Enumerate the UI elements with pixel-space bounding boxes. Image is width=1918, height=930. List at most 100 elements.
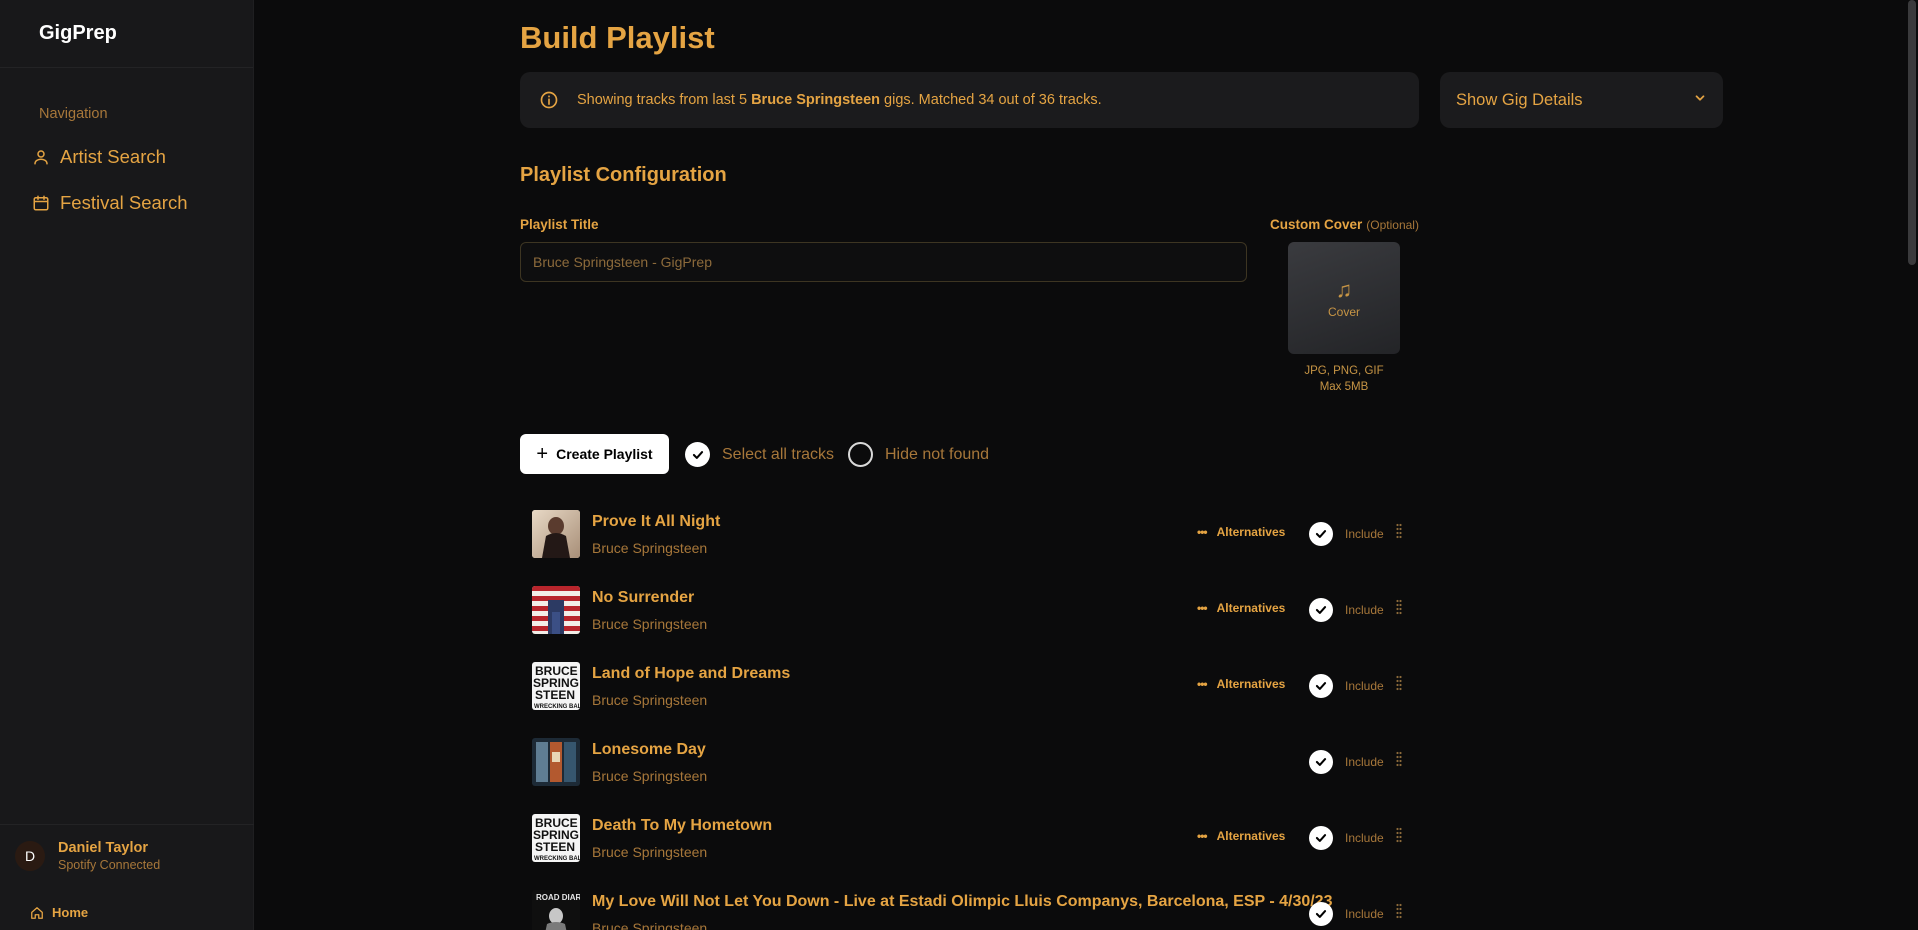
sidebar: GigPrep Navigation Artist Search Festiva… [0,0,254,930]
home-label: Home [52,905,89,920]
album-art: BRUCE SPRING STEEN WRECKING BALL [532,814,580,862]
scrollbar[interactable] [1906,0,1918,930]
track-artist: Bruce Springsteen [592,692,708,708]
check-icon [1309,522,1333,546]
scrollbar-thumb[interactable] [1908,0,1916,265]
section-title: Playlist Configuration [520,164,727,186]
check-icon [1309,674,1333,698]
check-icon [1309,902,1333,926]
album-art [532,586,580,634]
track-row[interactable]: Lonesome Day Bruce Springsteen Include [520,733,1420,809]
drag-handle-icon[interactable] [1396,903,1402,924]
user-profile[interactable]: D Daniel Taylor Spotify Connected [0,824,254,886]
sidebar-item-label: Festival Search [60,192,188,213]
track-title[interactable]: Death To My Hometown [592,817,772,835]
check-icon [685,442,710,467]
alternatives-button[interactable]: ••• Alternatives [1197,829,1285,843]
custom-cover-label: Custom Cover (Optional) [1270,217,1419,232]
calendar-icon [32,194,50,212]
alternatives-button[interactable]: ••• Alternatives [1197,525,1285,539]
track-title[interactable]: Prove It All Night [592,513,720,531]
sidebar-item-artist-search[interactable]: Artist Search [0,134,253,180]
alternatives-button[interactable]: ••• Alternatives [1197,601,1285,615]
alternatives-button[interactable]: ••• Alternatives [1197,677,1285,691]
nav-heading: Navigation [39,106,108,122]
track-row[interactable]: No Surrender Bruce Springsteen ••• Alternat… [520,581,1420,657]
drag-handle-icon[interactable] [1396,751,1402,772]
include-label: Include [1345,907,1384,921]
svg-text:ROAD DIARY: ROAD DIARY [536,893,580,902]
track-row[interactable]: Prove It All Night Bruce Springsteen ••• Al… [520,505,1420,581]
more-icon: ••• [1197,601,1208,615]
track-artist: Bruce Springsteen [592,768,708,784]
svg-text:STEEN: STEEN [535,840,575,854]
track-title[interactable]: No Surrender [592,589,694,607]
info-icon [539,90,559,110]
banner-text: Showing tracks from last 5 Bruce Springs… [577,92,1102,108]
drag-handle-icon[interactable] [1396,675,1402,696]
include-toggle[interactable]: Include [1309,902,1384,926]
optional-label: (Optional) [1366,218,1419,232]
select-all-toggle[interactable]: Select all tracks [685,442,834,467]
empty-circle-icon [848,442,873,467]
drag-handle-icon[interactable] [1396,599,1402,620]
include-label: Include [1345,603,1384,617]
include-label: Include [1345,527,1384,541]
check-icon [1309,750,1333,774]
check-icon [1309,598,1333,622]
sidebar-item-label: Artist Search [60,146,166,167]
hide-not-found-label: Hide not found [885,445,990,463]
track-title[interactable]: Lonesome Day [592,741,706,759]
svg-text:STEEN: STEEN [535,688,575,702]
home-icon [30,906,44,920]
playlist-title-input[interactable] [520,242,1247,282]
drag-handle-icon[interactable] [1396,827,1402,848]
banner-artist: Bruce Springsteen [751,92,880,108]
track-row[interactable]: ROAD DIARY My Love Will Not Let You Down … [520,885,1420,930]
include-label: Include [1345,831,1384,845]
include-toggle[interactable]: Include [1309,598,1384,622]
cover-upload[interactable]: ♫ Cover [1288,242,1400,354]
include-toggle[interactable]: Include [1309,750,1384,774]
more-icon: ••• [1197,829,1208,843]
select-all-label: Select all tracks [722,445,835,463]
include-toggle[interactable]: Include [1309,522,1384,546]
sidebar-item-festival-search[interactable]: Festival Search [0,180,253,226]
album-art: ROAD DIARY [532,890,580,930]
create-playlist-button[interactable]: + Create Playlist [520,434,669,474]
gig-details-label: Show Gig Details [1456,90,1583,109]
user-icon [32,148,50,166]
track-title[interactable]: Land of Hope and Dreams [592,665,790,683]
track-artist: Bruce Springsteen [592,540,708,556]
include-label: Include [1345,679,1384,693]
svg-text:WRECKING BALL: WRECKING BALL [534,704,580,710]
include-toggle[interactable]: Include [1309,674,1384,698]
avatar: D [15,840,45,871]
check-icon [1309,826,1333,850]
user-name: Daniel Taylor [58,839,148,856]
show-gig-details-dropdown[interactable]: Show Gig Details [1440,72,1723,128]
track-list: Prove It All Night Bruce Springsteen ••• Al… [520,505,1420,930]
info-banner: Showing tracks from last 5 Bruce Springs… [520,72,1419,128]
album-art: BRUCE SPRING STEEN WRECKING BALL [532,662,580,710]
playlist-title-label: Playlist Title [520,217,599,232]
album-art [532,738,580,786]
page-title: Build Playlist [520,20,715,55]
album-art [532,510,580,558]
brand-logo[interactable]: GigPrep [0,0,253,68]
home-link[interactable]: Home [30,905,88,920]
svg-text:WRECKING BALL: WRECKING BALL [534,856,580,862]
track-artist: Bruce Springsteen [592,616,708,632]
hide-not-found-toggle[interactable]: Hide not found [848,442,989,467]
chevron-down-icon [1693,91,1707,110]
include-toggle[interactable]: Include [1309,826,1384,850]
more-icon: ••• [1197,677,1208,691]
track-title[interactable]: My Love Will Not Let You Down - Live at … [592,893,1332,911]
track-artist: Bruce Springsteen [592,920,708,930]
user-status: Spotify Connected [58,857,161,872]
drag-handle-icon[interactable] [1396,523,1402,544]
more-icon: ••• [1197,525,1208,539]
music-note-icon: ♫ [1335,277,1353,302]
track-row[interactable]: BRUCE SPRING STEEN WRECKING BALL Death To My… [520,809,1420,885]
track-row[interactable]: BRUCE SPRING STEEN WRECKING BALL Land of Hop… [520,657,1420,733]
